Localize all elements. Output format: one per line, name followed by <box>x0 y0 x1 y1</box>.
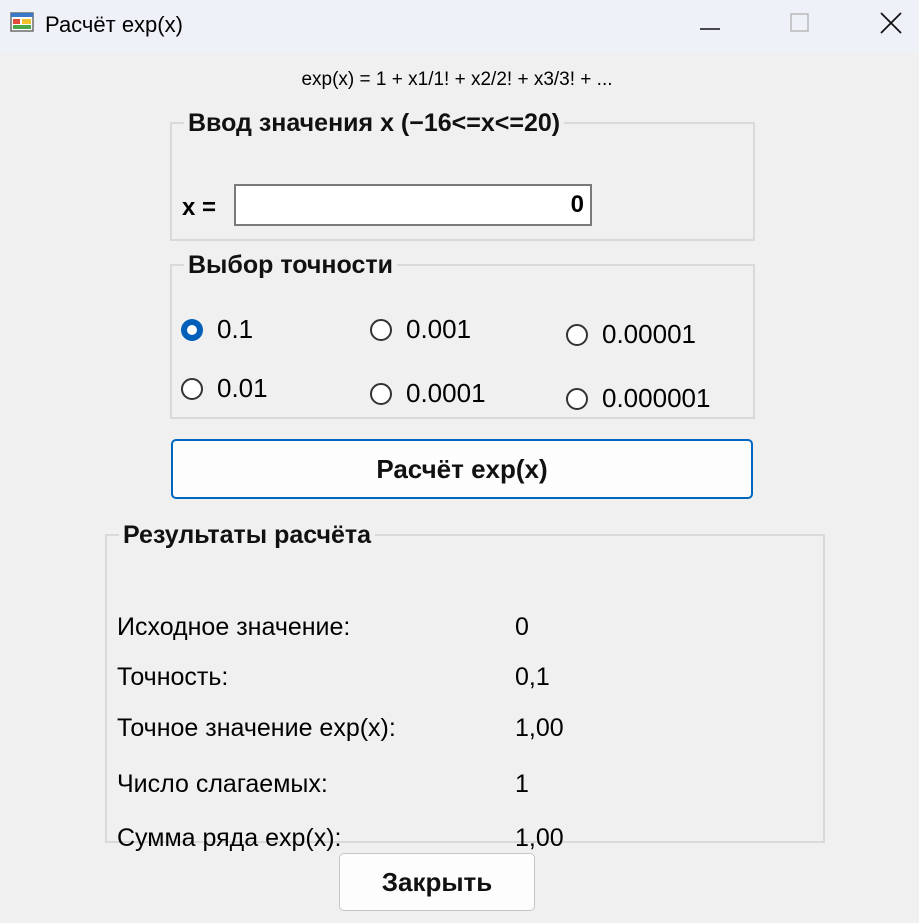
radio-precision-0-00001[interactable]: 0.00001 <box>566 319 696 350</box>
close-icon <box>879 12 902 34</box>
result-value-series-sum: 1,00 <box>515 824 564 852</box>
radio-label: 0.00001 <box>602 319 696 349</box>
minimize-button[interactable] <box>680 0 740 46</box>
close-window-button[interactable] <box>862 0 919 46</box>
radio-precision-0-000001[interactable]: 0.000001 <box>566 383 710 414</box>
radio-label: 0.0001 <box>406 378 486 408</box>
result-value-exact-value: 1,00 <box>515 714 564 742</box>
radio-unchecked-icon <box>181 377 203 400</box>
input-group: Ввод значения x (−16<=x<=20) x = <box>170 110 755 241</box>
radio-precision-0-1[interactable]: 0.1 <box>181 314 253 345</box>
radio-unchecked-icon <box>566 323 588 346</box>
maximize-button[interactable] <box>770 0 830 46</box>
precision-group: Выбор точности 0.1 0.001 0.00001 0.01 0.… <box>170 252 755 419</box>
x-value-input[interactable] <box>234 184 592 226</box>
radio-label: 0.001 <box>406 314 472 344</box>
formula-label: exp(x) = 1 + x1/1! + x2/2! + x3/3! + ... <box>0 68 919 92</box>
result-label-exact-value: Точное значение exp(x): <box>117 714 396 742</box>
windows-form-icon <box>10 12 34 32</box>
title-bar: Расчёт exp(x) <box>0 0 919 52</box>
maximize-icon <box>790 13 809 32</box>
radio-precision-0-001[interactable]: 0.001 <box>370 314 471 345</box>
result-label-term-count: Число слагаемых: <box>117 770 328 798</box>
calculate-button[interactable]: Расчёт exp(x) <box>171 439 753 499</box>
results-group: Результаты расчёта Исходное значение: 0 … <box>105 521 825 852</box>
input-group-title: Ввод значения x (−16<=x<=20) <box>188 109 561 137</box>
radio-unchecked-icon <box>370 318 392 341</box>
radio-label: 0.000001 <box>602 383 711 413</box>
results-group-title: Результаты расчёта <box>123 521 372 549</box>
precision-group-title: Выбор точности <box>188 251 393 279</box>
radio-unchecked-icon <box>566 387 588 410</box>
result-value-initial-value: 0 <box>515 613 529 641</box>
radio-precision-0-01[interactable]: 0.01 <box>181 373 268 404</box>
radio-checked-icon <box>181 318 203 341</box>
radio-label: 0.1 <box>217 314 254 344</box>
window-title: Расчёт exp(x) <box>45 12 183 37</box>
result-label-precision: Точность: <box>117 663 229 691</box>
minimize-icon <box>700 28 720 30</box>
formula-text: exp(x) = 1 + x1/1! + x2/2! + x3/3! + ... <box>301 69 613 90</box>
close-button[interactable]: Закрыть <box>339 853 535 911</box>
x-label: x = <box>182 194 217 221</box>
radio-precision-0-0001[interactable]: 0.0001 <box>370 378 486 409</box>
result-value-term-count: 1 <box>515 770 529 798</box>
result-label-series-sum: Сумма ряда exp(x): <box>117 824 342 852</box>
radio-unchecked-icon <box>370 382 392 405</box>
radio-label: 0.01 <box>217 373 268 403</box>
result-value-precision: 0,1 <box>515 663 550 691</box>
result-label-initial-value: Исходное значение: <box>117 613 351 641</box>
